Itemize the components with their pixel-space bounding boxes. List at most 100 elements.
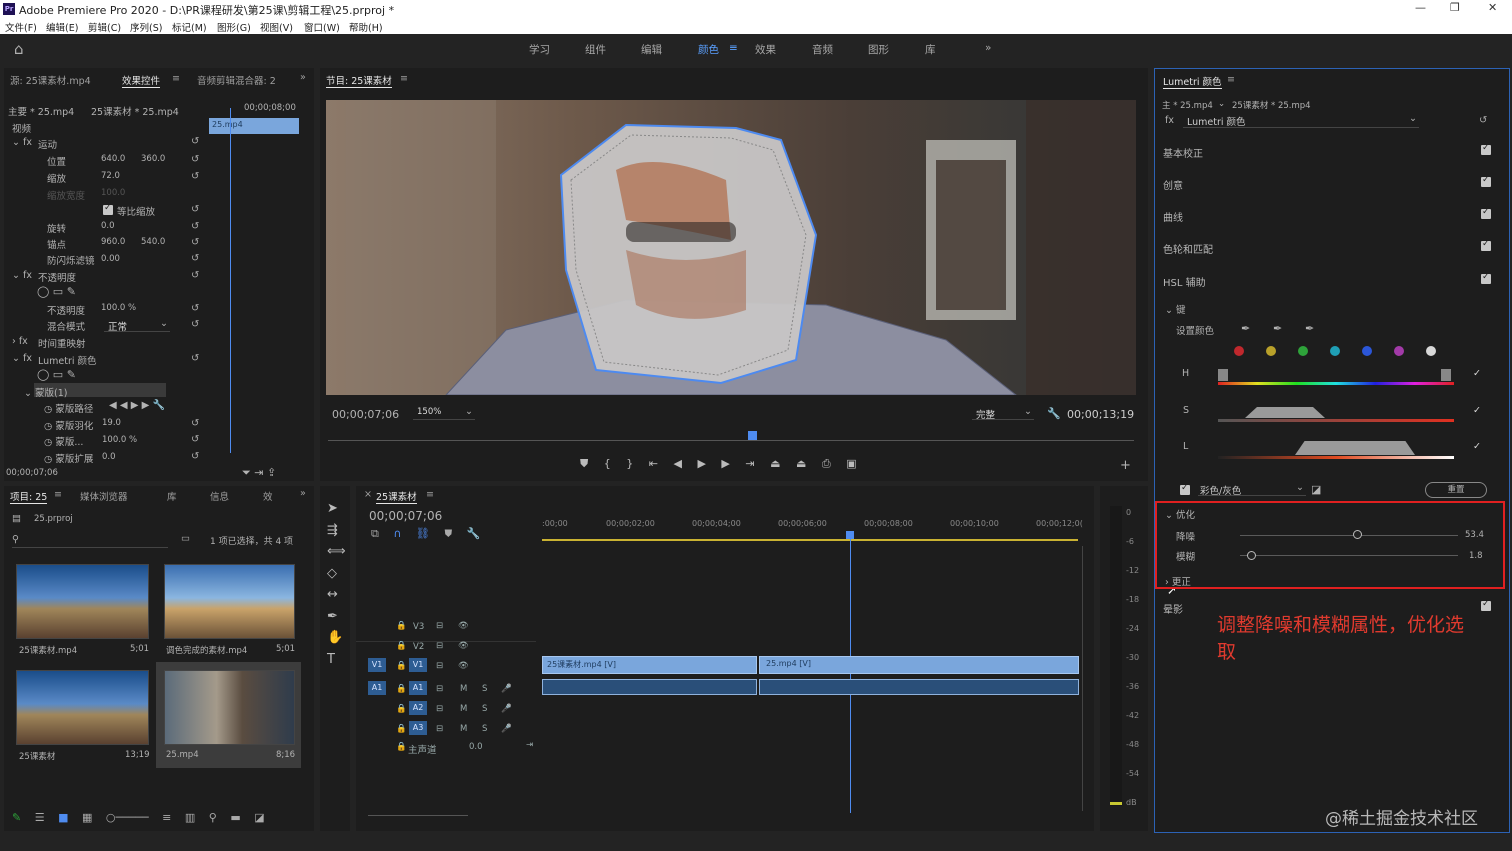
color-swatch[interactable] (1362, 346, 1372, 356)
workspace-editing[interactable]: 编辑 (641, 42, 662, 57)
solo-icon[interactable]: S (482, 724, 487, 734)
more-workspaces-icon[interactable]: » (985, 42, 991, 54)
timeline-settings-icon[interactable]: 🔧 (467, 527, 481, 540)
tab-sequence[interactable]: 25课素材 (376, 489, 417, 504)
sync-lock-icon[interactable]: ⊟ (436, 661, 443, 671)
sync-lock-icon[interactable]: ⊟ (436, 621, 443, 631)
restore-icon[interactable]: ❐ (1450, 1, 1460, 14)
new-bin-icon[interactable]: ▭ (181, 533, 190, 544)
position-y-value[interactable]: 360.0 (141, 154, 165, 164)
thumbnail-3[interactable] (16, 670, 149, 745)
color-gray-checkbox[interactable] (1180, 483, 1190, 495)
track-a3-label[interactable]: A3 (409, 721, 427, 735)
mute-icon[interactable]: M (460, 684, 467, 694)
ec-current-time[interactable]: 00;00;07;06 (6, 468, 58, 478)
new-item-icon[interactable]: ◪ (254, 811, 264, 824)
curves-checkbox[interactable] (1481, 207, 1491, 219)
uniform-scale-checkbox[interactable] (103, 203, 113, 215)
workspace-effects[interactable]: 效果 (755, 42, 776, 57)
find-icon[interactable]: ⚲ (209, 811, 217, 824)
section-basic-correction[interactable]: 基本校正 (1163, 145, 1203, 160)
color-swatch[interactable] (1330, 346, 1340, 356)
reset-icon[interactable]: ↺ (1479, 115, 1487, 126)
ellipse-mask-icon[interactable]: ◯ ▭ ✎ (37, 285, 76, 298)
sync-lock-icon[interactable]: ⊟ (436, 641, 443, 651)
insert-nest-icon[interactable]: ⧉ (371, 527, 379, 540)
key-section-label[interactable]: ⌄ 键 (1165, 302, 1186, 316)
color-wheels-checkbox[interactable] (1481, 239, 1491, 251)
reset-icon[interactable]: ↺ (191, 319, 199, 330)
mask-track-controls-icon[interactable]: ◀ ◀ ▶ ▶ 🔧 (109, 400, 165, 411)
zoom-slider-icon[interactable]: ○───── (106, 811, 149, 824)
sync-lock-icon[interactable]: ⊟ (436, 684, 443, 694)
invert-mask-icon[interactable]: ◪ (1311, 483, 1321, 496)
eye-icon[interactable]: 👁 (458, 641, 469, 651)
mark-in-icon[interactable]: { (604, 457, 611, 470)
thumbnail-2[interactable] (164, 564, 295, 639)
workspace-assembly[interactable]: 组件 (585, 42, 606, 57)
section-color-wheels[interactable]: 色轮和匹配 (1163, 241, 1213, 256)
reset-button[interactable]: 重置 (1425, 482, 1487, 498)
flicker-value[interactable]: 0.00 (101, 254, 120, 264)
lock-icon[interactable]: 🔒 (396, 742, 407, 752)
section-vignette[interactable]: 晕影 (1163, 601, 1183, 616)
close-tab-icon[interactable]: × (364, 489, 372, 500)
mask-expand-value[interactable]: 0.0 (102, 452, 116, 462)
go-to-out-icon[interactable]: ⇥ (745, 457, 754, 470)
lumetri-fx-select[interactable]: Lumetri 颜色 ⌄ (1183, 113, 1419, 128)
lock-icon[interactable]: 🔒 (396, 661, 407, 671)
scale-value[interactable]: 72.0 (101, 171, 120, 181)
video-clip-2[interactable]: 25.mp4 [V] (759, 656, 1079, 674)
reset-icon[interactable]: ↺ (191, 237, 199, 248)
track-select-tool-icon[interactable]: ⇶ (327, 520, 347, 542)
program-playhead[interactable] (748, 431, 757, 440)
jump-end-icon[interactable]: ⇥ (526, 740, 533, 750)
panel-menu-icon[interactable]: ≡ (54, 489, 62, 500)
reset-icon[interactable]: ↺ (191, 434, 199, 445)
type-tool-icon[interactable]: T (327, 649, 347, 671)
close-icon[interactable]: ✕ (1488, 1, 1497, 14)
panel-menu-icon[interactable]: ≡ (1227, 74, 1235, 85)
add-marker-icon[interactable]: ⛊ (580, 457, 588, 470)
mute-icon[interactable]: M (460, 704, 467, 714)
sort-icon[interactable]: ≡ (162, 811, 171, 824)
quality-select[interactable]: 完整 ⌄ (972, 406, 1034, 421)
lock-icon[interactable]: 🔒 (396, 684, 407, 694)
reset-icon[interactable]: ↺ (191, 303, 199, 314)
color-swatch[interactable] (1394, 346, 1404, 356)
color-swatch[interactable] (1298, 346, 1308, 356)
tab-lumetri[interactable]: Lumetri 颜色 (1163, 74, 1222, 89)
program-timecode[interactable]: 00;00;07;06 (332, 408, 399, 421)
reset-icon[interactable]: ↺ (191, 418, 199, 429)
lock-icon[interactable]: 🔒 (396, 704, 407, 714)
time-ruler[interactable]: :00;00 00;00;02;00 00;00;04;00 00;00;06;… (542, 516, 1083, 538)
eyedropper-subtract-icon[interactable]: ✒ (1305, 322, 1314, 335)
timeline-zoom-scrollbar[interactable] (368, 815, 468, 816)
anchor-y-value[interactable]: 540.0 (141, 237, 165, 247)
lumetri-clip-label[interactable]: 25课素材 * 25.mp4 (1232, 99, 1311, 111)
tab-effects[interactable]: 效 (263, 489, 273, 503)
razor-tool-icon[interactable]: ◇ (327, 563, 347, 585)
hue-range-handle[interactable] (1441, 369, 1451, 381)
hsl-secondary-checkbox[interactable] (1481, 272, 1491, 284)
video-frame[interactable] (326, 100, 1136, 395)
master-volume-value[interactable]: 0.0 (469, 742, 483, 752)
lumetri-mask-tools-icon[interactable]: ◯ ▭ ✎ (37, 368, 76, 381)
play-icon[interactable]: ▶ (697, 457, 705, 470)
wrench-icon[interactable]: 🔧 (1047, 407, 1061, 420)
eyedropper-add-icon[interactable]: ✒ (1273, 322, 1282, 335)
step-back-icon[interactable]: ◀ (673, 457, 681, 470)
ripple-edit-tool-icon[interactable]: ⟺ (327, 541, 347, 563)
timeline-timecode[interactable]: 00;00;07;06 (369, 509, 442, 523)
workspace-color[interactable]: 颜色 (698, 42, 719, 57)
color-swatch[interactable] (1426, 346, 1436, 356)
section-hsl-secondary[interactable]: HSL 辅助 (1163, 274, 1206, 289)
workspace-learn[interactable]: 学习 (529, 42, 550, 57)
work-area-bar[interactable] (542, 539, 1078, 541)
menu-marker[interactable]: 标记(M) (172, 20, 207, 34)
rotation-value[interactable]: 0.0 (101, 221, 115, 231)
audio-clip-2[interactable] (759, 679, 1079, 695)
filter-icon[interactable]: ⏷ ⇥ ⇪ (242, 466, 276, 480)
lock-icon[interactable]: 🔒 (396, 621, 407, 631)
sync-lock-icon[interactable]: ⊟ (436, 724, 443, 734)
